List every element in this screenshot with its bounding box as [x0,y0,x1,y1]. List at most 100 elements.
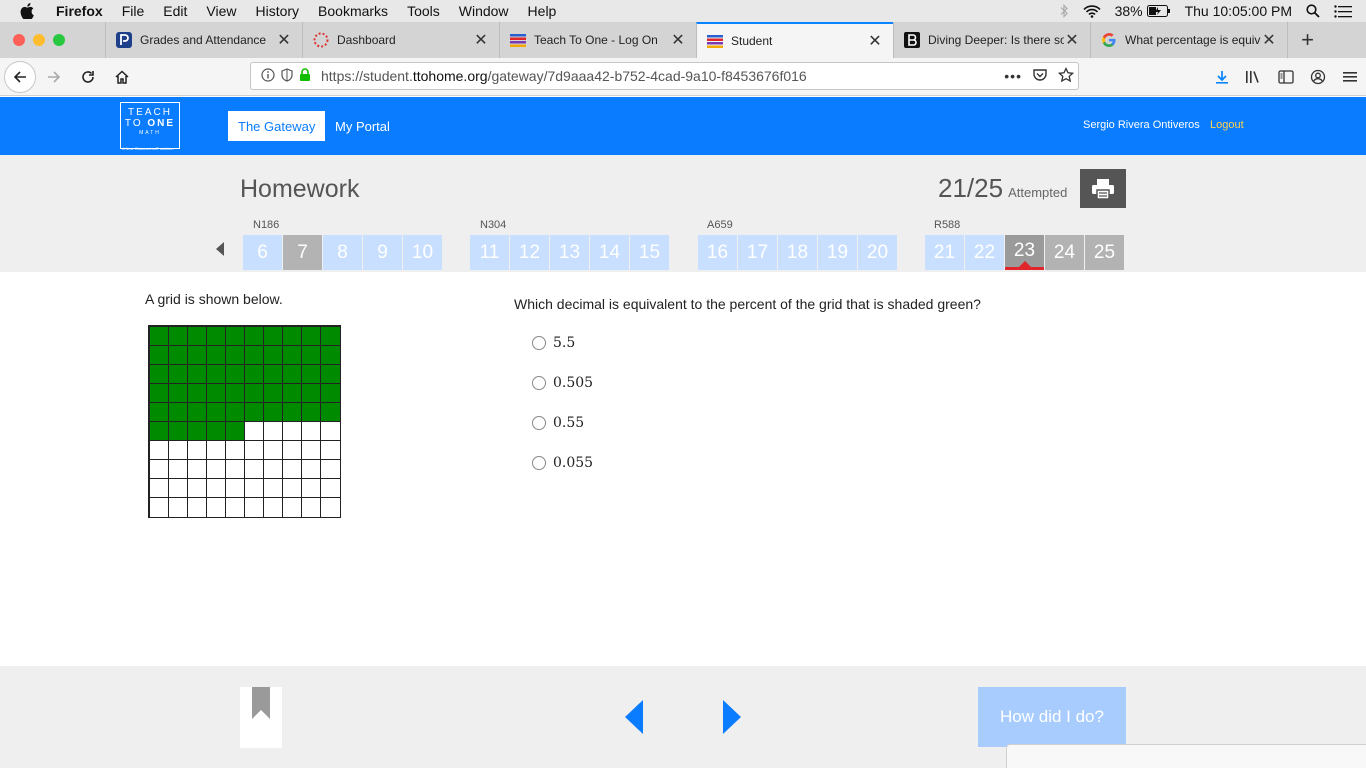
menu-window[interactable]: Window [459,3,509,19]
question-number-16[interactable]: 16 [698,235,737,270]
close-tab-icon[interactable]: ✕ [1261,30,1277,50]
menu-bookmarks[interactable]: Bookmarks [318,3,388,19]
menu-help[interactable]: Help [528,3,557,19]
question-number-20[interactable]: 20 [858,235,897,270]
question-number-12[interactable]: 12 [510,235,549,270]
hamburger-menu-icon[interactable] [1334,61,1366,93]
question-number-11[interactable]: 11 [470,235,509,270]
nav-my-portal[interactable]: My Portal [335,111,390,141]
library-icon[interactable] [1238,61,1270,93]
downloads-icon[interactable] [1206,61,1238,93]
close-tab-icon[interactable]: ✕ [867,31,883,51]
print-button[interactable] [1080,169,1126,208]
radio-button[interactable] [532,376,546,390]
answer-choice[interactable]: 0.055 [532,455,593,471]
menubar-clock[interactable]: Thu 10:05:00 PM [1185,3,1292,19]
notification-center-icon[interactable] [1334,4,1352,18]
teach-to-one-logo[interactable]: TEACH TO ONE MATH [120,102,180,149]
menu-history[interactable]: History [255,3,299,19]
question-number-15[interactable]: 15 [630,235,669,270]
question-number-18[interactable]: 18 [778,235,817,270]
minimize-window-button[interactable] [33,34,45,46]
apple-icon[interactable] [20,3,38,19]
answer-choice[interactable]: 0.55 [532,415,584,431]
nav-the-gateway[interactable]: The Gateway [228,111,326,141]
tab-title: Student [731,34,773,48]
next-question-arrow[interactable] [723,700,741,734]
account-icon[interactable] [1302,61,1334,93]
question-number-8[interactable]: 8 [323,235,362,270]
question-number-24[interactable]: 24 [1045,235,1084,270]
close-tab-icon[interactable]: ✕ [670,30,686,50]
tab-dashboard[interactable]: Dashboard ✕ [302,22,499,58]
menu-file[interactable]: File [122,3,145,19]
back-icon[interactable] [4,60,36,93]
bluetooth-icon[interactable] [1059,4,1069,18]
tab-teach-to-one-logon[interactable]: Teach To One - Log On ✕ [499,22,696,58]
page-actions-icon[interactable]: ••• [1004,68,1022,84]
grid-cell [282,440,303,461]
how-did-i-do-button[interactable]: How did I do? [978,687,1126,747]
logout-link[interactable]: Logout [1210,119,1244,131]
tab-student[interactable]: Student ✕ [696,22,893,58]
forward-icon[interactable] [38,61,70,93]
answer-choice[interactable]: 0.505 [532,375,593,391]
homework-header: Homework 21/25 Attempted N186 N304 A659 … [0,155,1366,272]
answer-choice[interactable]: 5.5 [532,335,575,351]
pocket-icon[interactable] [1032,67,1048,86]
question-number-13[interactable]: 13 [550,235,589,270]
question-list-prev-arrow[interactable] [216,242,224,256]
google-icon [1101,32,1117,48]
tab-what-percentage[interactable]: What percentage is equiva ✕ [1090,22,1287,58]
bookmark-question-button[interactable] [240,687,282,748]
grid-cell [148,478,169,499]
menu-view[interactable]: View [206,3,236,19]
question-number-6[interactable]: 6 [243,235,282,270]
radio-button[interactable] [532,336,546,350]
zoom-window-button[interactable] [53,34,65,46]
address-bar[interactable]: https://student.ttohome.org/gateway/7d9a… [250,62,1079,90]
ttone-icon [510,32,526,48]
question-number-22[interactable]: 22 [965,235,1004,270]
battery-percent[interactable]: 38% [1115,3,1143,19]
spotlight-search-icon[interactable] [1306,4,1320,18]
bookmark-star-icon[interactable] [1057,66,1075,86]
previous-question-arrow[interactable] [625,700,643,734]
question-number-19[interactable]: 19 [818,235,857,270]
reload-icon[interactable] [72,61,104,93]
radio-button[interactable] [532,456,546,470]
question-number-10[interactable]: 10 [403,235,442,270]
page-info-icon[interactable] [261,67,275,85]
menu-tools[interactable]: Tools [407,3,440,19]
question-number-21[interactable]: 21 [925,235,964,270]
tab-grades-attendance[interactable]: Grades and Attendance ✕ [105,22,302,58]
close-window-button[interactable] [13,34,25,46]
question-number-9[interactable]: 9 [363,235,402,270]
sidebar-icon[interactable] [1270,61,1302,93]
close-tab-icon[interactable]: ✕ [1064,30,1080,50]
tracking-shield-icon[interactable] [281,67,293,85]
browser-tab-bar: Grades and Attendance ✕ Dashboard ✕ Teac… [0,22,1366,58]
question-number-7[interactable]: 7 [283,235,322,270]
grid-cell [186,459,207,480]
question-number-17[interactable]: 17 [738,235,777,270]
question-number-14[interactable]: 14 [590,235,629,270]
grid-cell-shaded [205,363,226,384]
radio-button[interactable] [532,416,546,430]
close-tab-icon[interactable]: ✕ [276,30,292,50]
grid-cell-shaded [244,325,265,346]
menu-app-firefox[interactable]: Firefox [56,3,103,19]
wifi-icon[interactable] [1082,4,1101,18]
home-icon[interactable] [106,61,138,93]
question-number-25[interactable]: 25 [1085,235,1124,270]
url-text[interactable]: https://student.ttohome.org/gateway/7d9a… [321,68,807,84]
grid-cell [282,459,303,480]
attempt-status: 21/25 Attempted [938,173,1067,204]
menu-edit[interactable]: Edit [163,3,187,19]
battery-icon[interactable] [1146,5,1171,17]
new-tab-icon[interactable]: + [1287,22,1327,58]
lock-icon[interactable] [299,67,311,85]
question-number-23[interactable]: 23 [1005,235,1044,270]
close-tab-icon[interactable]: ✕ [473,30,489,50]
tab-diving-deeper[interactable]: Diving Deeper: Is there so ✕ [893,22,1090,58]
